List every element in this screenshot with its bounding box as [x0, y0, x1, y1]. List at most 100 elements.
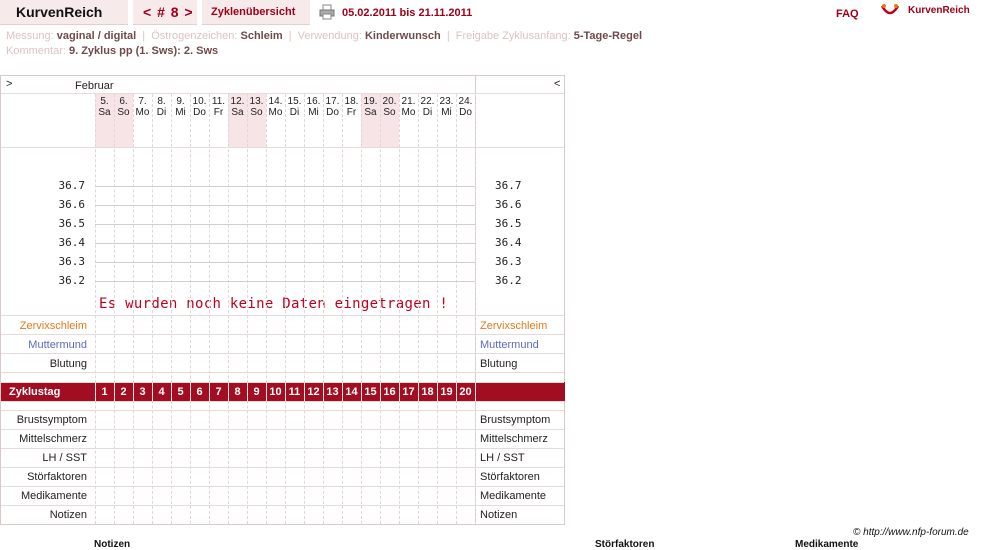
cycle-day-number[interactable]: 18: [418, 386, 437, 398]
temp-gridline: [95, 262, 475, 263]
cycle-day-number[interactable]: 9: [247, 386, 266, 398]
grid-column-line: [437, 94, 438, 524]
forum-link[interactable]: © http://www.nfp-forum.de: [853, 527, 969, 538]
messung-value: vaginal / digital: [56, 30, 137, 42]
cycle-day-number[interactable]: 6: [190, 386, 209, 398]
grid-row-line: [1, 467, 564, 468]
day-weekday: Mi: [175, 107, 186, 118]
day-weekday: Fr: [346, 107, 357, 118]
cycle-day-number[interactable]: 5: [171, 386, 190, 398]
cycle-day-number[interactable]: 11: [285, 386, 304, 398]
cycle-day-number[interactable]: 12: [304, 386, 323, 398]
grid-row-line: [1, 448, 564, 449]
temp-label-right: 36.4: [495, 236, 522, 249]
temp-label-left: 36.5: [58, 217, 86, 230]
grid-row-line: [1, 334, 564, 335]
day-header[interactable]: 19. Sa: [361, 96, 380, 118]
day-header[interactable]: 6. So: [114, 96, 133, 118]
faq-link[interactable]: FAQ: [836, 8, 859, 20]
day-number: 20.: [382, 96, 397, 107]
kurvenreich-logo-icon[interactable]: [880, 2, 900, 20]
day-header[interactable]: 15. Di: [285, 96, 304, 118]
verwendung-value: Kinderwunsch: [364, 30, 441, 42]
temp-gridline: [95, 205, 475, 206]
day-weekday: Di: [422, 107, 433, 118]
cycles-overview-tab[interactable]: Zyklenübersicht: [202, 0, 310, 25]
day-weekday: Mo: [401, 107, 416, 118]
cycle-day-number[interactable]: 17: [399, 386, 418, 398]
cycle-day-number[interactable]: 14: [342, 386, 361, 398]
temp-label-left: 36.6: [58, 198, 86, 211]
grid-column-line: [456, 94, 457, 524]
day-header[interactable]: 24. Do: [456, 96, 475, 118]
row-label-right: Mittelschmerz: [480, 433, 548, 445]
day-header[interactable]: 13. So: [247, 96, 266, 118]
temp-gridline: [95, 224, 475, 225]
cycle-day-number[interactable]: 13: [323, 386, 342, 398]
day-weekday: Mo: [135, 107, 150, 118]
grid-column-line: [133, 94, 134, 524]
grid-column-line: [399, 94, 400, 524]
day-header[interactable]: 8. Di: [152, 96, 171, 118]
day-weekday: Mi: [308, 107, 319, 118]
day-header[interactable]: 5. Sa: [95, 96, 114, 118]
cycle-day-number[interactable]: 15: [361, 386, 380, 398]
grid-row-line: [1, 505, 564, 506]
cycle-day-number[interactable]: 19: [437, 386, 456, 398]
cycle-day-number[interactable]: 16: [380, 386, 399, 398]
day-number: 10.: [192, 96, 207, 107]
row-label-left: Notizen: [49, 509, 87, 521]
row-label-right: Muttermund: [480, 339, 539, 351]
cycle-day-number[interactable]: 7: [209, 386, 228, 398]
day-header[interactable]: 23. Mi: [437, 96, 456, 118]
grid-column-line: [380, 94, 381, 524]
prev-period-button[interactable]: >: [6, 78, 12, 90]
printer-icon[interactable]: [319, 4, 335, 20]
grid-column-line: [171, 94, 172, 524]
cycle-day-number[interactable]: 4: [152, 386, 171, 398]
day-header[interactable]: 18. Fr: [342, 96, 361, 118]
cycle-nav-label[interactable]: < # 8 >: [143, 4, 194, 20]
day-header[interactable]: 21. Mo: [399, 96, 418, 118]
cycle-day-number[interactable]: 1: [95, 386, 114, 398]
cycle-navigator[interactable]: < # 8 >: [133, 0, 197, 25]
brand-link[interactable]: KurvenReich: [908, 5, 970, 16]
cycle-day-number[interactable]: 10: [266, 386, 285, 398]
next-period-button[interactable]: <: [554, 78, 560, 90]
freigabe-value: 5-Tage-Regel: [573, 30, 643, 42]
grid-column-line: [304, 94, 305, 524]
day-weekday: Fr: [213, 107, 224, 118]
cycle-day-number[interactable]: 8: [228, 386, 247, 398]
day-header[interactable]: 16. Mi: [304, 96, 323, 118]
grid-row-line: [1, 315, 564, 316]
verwendung-label: Verwendung:: [297, 30, 362, 42]
day-header[interactable]: 9. Mi: [171, 96, 190, 118]
day-header[interactable]: 7. Mo: [133, 96, 152, 118]
day-number: 16.: [306, 96, 321, 107]
temp-label-right: 36.2: [495, 274, 522, 287]
grid-column-line: [95, 94, 96, 524]
oestrogen-label: Östrogenzeichen:: [151, 30, 238, 42]
grid-row-line: [1, 486, 564, 487]
day-header[interactable]: 22. Di: [418, 96, 437, 118]
cycle-day-number[interactable]: 2: [114, 386, 133, 398]
grid-column-line: [190, 94, 191, 524]
cycle-info-line: Messung: vaginal / digital | Östrogenzei…: [6, 30, 643, 42]
grid-column-line: [342, 94, 343, 524]
cycle-day-number[interactable]: 3: [133, 386, 152, 398]
day-header[interactable]: 17. Do: [323, 96, 342, 118]
day-header[interactable]: 12. Sa: [228, 96, 247, 118]
day-header[interactable]: 11. Fr: [209, 96, 228, 118]
day-header[interactable]: 14. Mo: [266, 96, 285, 118]
grid-column-line: [114, 94, 115, 524]
temp-label-right: 36.7: [495, 179, 522, 192]
row-label-right: Zervixschleim: [480, 320, 548, 332]
cycle-day-number[interactable]: 20: [456, 386, 475, 398]
day-number: 9.: [176, 96, 185, 107]
day-header[interactable]: 10. Do: [190, 96, 209, 118]
app-title-tab[interactable]: KurvenReich: [0, 0, 128, 25]
day-header[interactable]: 20. So: [380, 96, 399, 118]
cycle-day-label: Zyklustag: [9, 386, 61, 398]
temp-gridline: [95, 281, 475, 282]
grid-column-line: [266, 94, 267, 524]
